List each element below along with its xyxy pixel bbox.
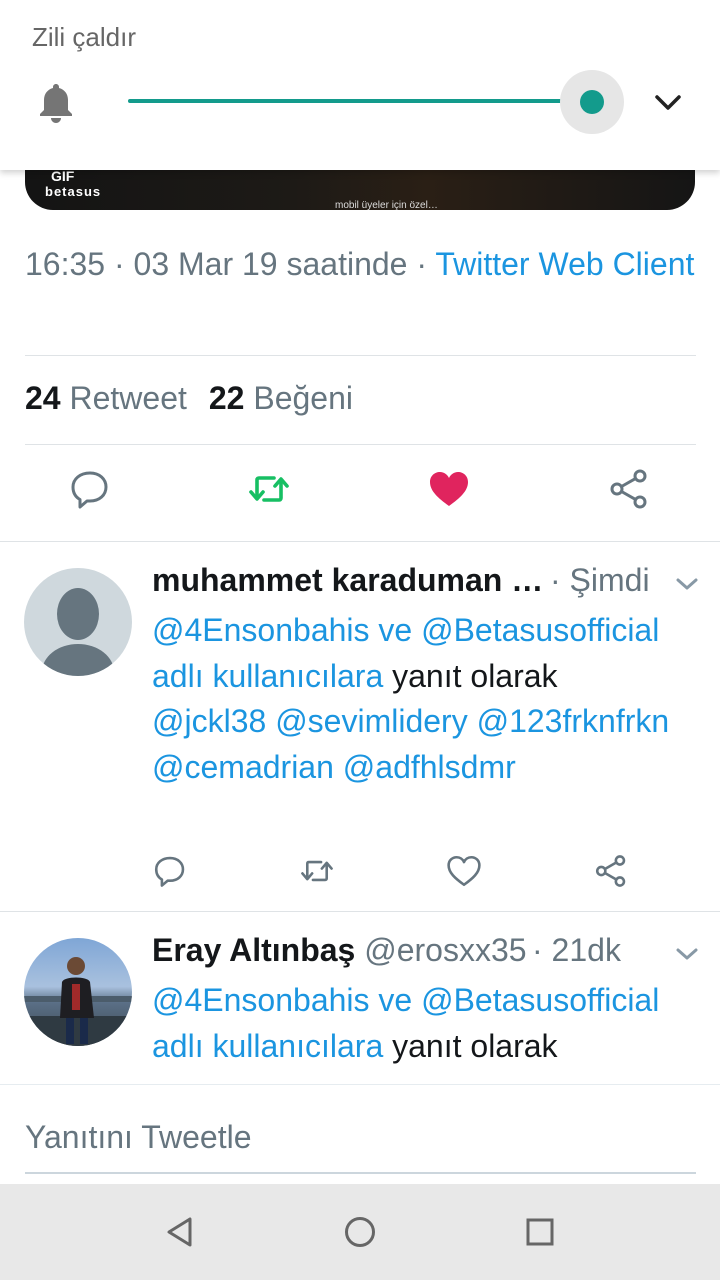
divider bbox=[0, 541, 720, 542]
reply-to-label: yanıt olarak bbox=[383, 1027, 558, 1064]
volume-slider-track[interactable] bbox=[128, 99, 592, 103]
gif-badge: GIF bbox=[51, 168, 75, 184]
user-photo bbox=[24, 957, 132, 1046]
mention-link[interactable]: @Betasusofficial bbox=[421, 982, 659, 1018]
bell-icon[interactable] bbox=[36, 80, 76, 124]
retweet-icon[interactable] bbox=[248, 468, 290, 510]
recents-icon[interactable] bbox=[520, 1212, 560, 1252]
divider bbox=[25, 355, 696, 356]
tweet-stats: 24 Retweet 22 Beğeni bbox=[25, 380, 353, 417]
reply-action-bar bbox=[0, 854, 720, 894]
retweet-label[interactable]: Retweet bbox=[69, 380, 186, 416]
avatar[interactable] bbox=[24, 568, 132, 676]
avatar[interactable] bbox=[24, 938, 132, 1046]
reply-header: muhammet karaduman … bbox=[152, 562, 543, 599]
caret-down-icon[interactable] bbox=[675, 576, 699, 592]
tweet-client-link[interactable]: Twitter Web Client bbox=[435, 246, 694, 282]
reply-icon[interactable] bbox=[69, 468, 111, 510]
retweet-count[interactable]: 24 bbox=[25, 380, 61, 416]
reply-users-label[interactable]: adlı kullanıcılara bbox=[152, 658, 383, 694]
reply-to-label: yanıt olarak bbox=[383, 657, 558, 694]
tweet-time: 16:35 · 03 Mar 19 saatinde · bbox=[25, 246, 436, 282]
like-label[interactable]: Beğeni bbox=[253, 380, 353, 416]
divider bbox=[25, 444, 696, 445]
like-count[interactable]: 22 bbox=[209, 380, 245, 416]
tweet-timestamp: 16:35 · 03 Mar 19 saatinde · Twitter Web… bbox=[25, 242, 695, 287]
mention-link[interactable]: @Betasusofficial bbox=[421, 612, 659, 648]
share-icon[interactable] bbox=[608, 468, 650, 510]
tweet-action-bar bbox=[0, 468, 720, 518]
retweet-icon[interactable] bbox=[300, 854, 334, 888]
volume-title: Zili çaldır bbox=[32, 22, 137, 52]
mention-link[interactable]: @4Ensonbahis bbox=[152, 982, 370, 1018]
system-navigation-bar bbox=[0, 1184, 720, 1280]
mention-link[interactable]: @4Ensonbahis bbox=[152, 612, 370, 648]
compose-underline bbox=[25, 1172, 696, 1174]
like-heart-icon[interactable] bbox=[447, 854, 481, 888]
home-icon[interactable] bbox=[340, 1212, 380, 1252]
media-caption: mobil üyeler için özel… bbox=[335, 200, 438, 210]
reply-author-handle[interactable]: @erosxx35 bbox=[355, 932, 526, 968]
reply-text: @4Ensonbahis ve @Betasusofficial adlı ku… bbox=[152, 608, 697, 790]
reply-author-name[interactable]: muhammet karaduman … bbox=[152, 562, 543, 598]
like-heart-icon[interactable] bbox=[428, 468, 470, 510]
reply-users-label[interactable]: adlı kullanıcılara bbox=[152, 1028, 383, 1064]
default-avatar-icon bbox=[42, 588, 114, 676]
mention-connector: ve bbox=[369, 612, 422, 648]
volume-panel: Zili çaldır bbox=[0, 0, 720, 170]
divider bbox=[0, 911, 720, 912]
reply-compose-input[interactable]: Yanıtını Tweetle bbox=[25, 1119, 252, 1156]
mention-connector: ve bbox=[369, 982, 422, 1018]
reply-time: · 21dk bbox=[532, 932, 621, 968]
volume-slider-thumb[interactable] bbox=[580, 90, 604, 114]
back-icon[interactable] bbox=[160, 1212, 200, 1252]
screen: GIF betasus mobil üyeler için özel… Zili… bbox=[0, 0, 720, 1280]
reply-header: Eray Altınbaş @erosxx35 bbox=[152, 932, 527, 969]
reply-time: · Şimdi bbox=[550, 562, 650, 598]
reply-author-name[interactable]: Eray Altınbaş bbox=[152, 932, 355, 968]
caret-down-icon[interactable] bbox=[675, 946, 699, 962]
reply-content[interactable]: @jckl38 @sevimlidery @123frknfrkn @cemad… bbox=[152, 699, 697, 790]
reply-text: @4Ensonbahis ve @Betasusofficial adlı ku… bbox=[152, 978, 697, 1069]
reply-icon[interactable] bbox=[153, 854, 187, 888]
share-icon[interactable] bbox=[594, 854, 628, 888]
media-brand: betasus bbox=[45, 184, 102, 199]
reply-compose-bar: Yanıtını Tweetle bbox=[0, 1084, 720, 1184]
chevron-down-icon[interactable] bbox=[652, 88, 684, 116]
